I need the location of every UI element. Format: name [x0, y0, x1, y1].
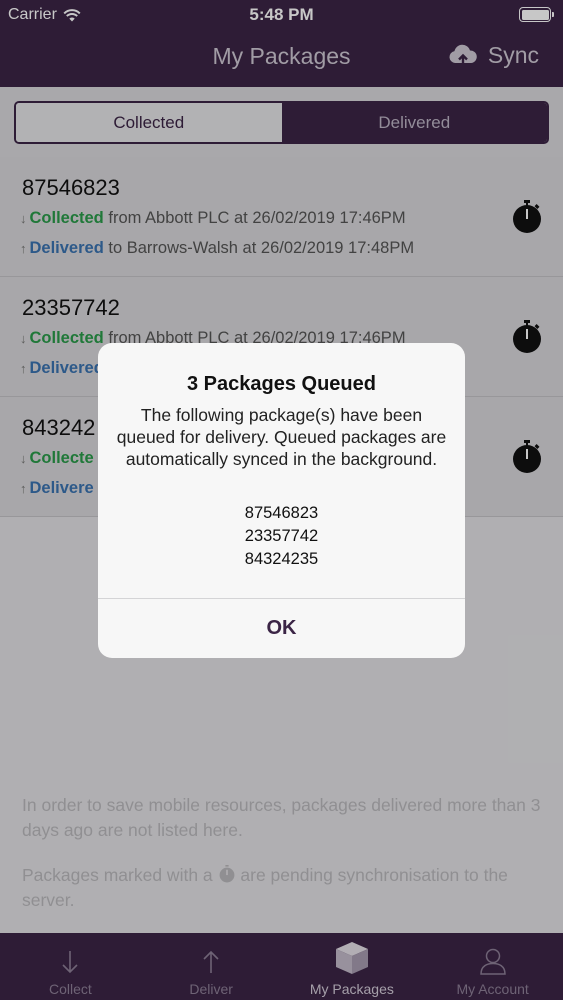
alert-package-list: 87546823 23357742 84324235	[98, 502, 465, 571]
alert-package-id: 87546823	[244, 504, 319, 522]
ok-button[interactable]: OK	[98, 599, 465, 658]
alert-package-id: 84324235	[244, 550, 319, 568]
alert-package-id: 23357742	[244, 527, 319, 545]
alert-title: 3 Packages Queued	[187, 373, 376, 395]
alert-message: The following package(s) have been queue…	[116, 405, 447, 469]
alert-dialog: 3 Packages Queued The following package(…	[98, 343, 465, 658]
